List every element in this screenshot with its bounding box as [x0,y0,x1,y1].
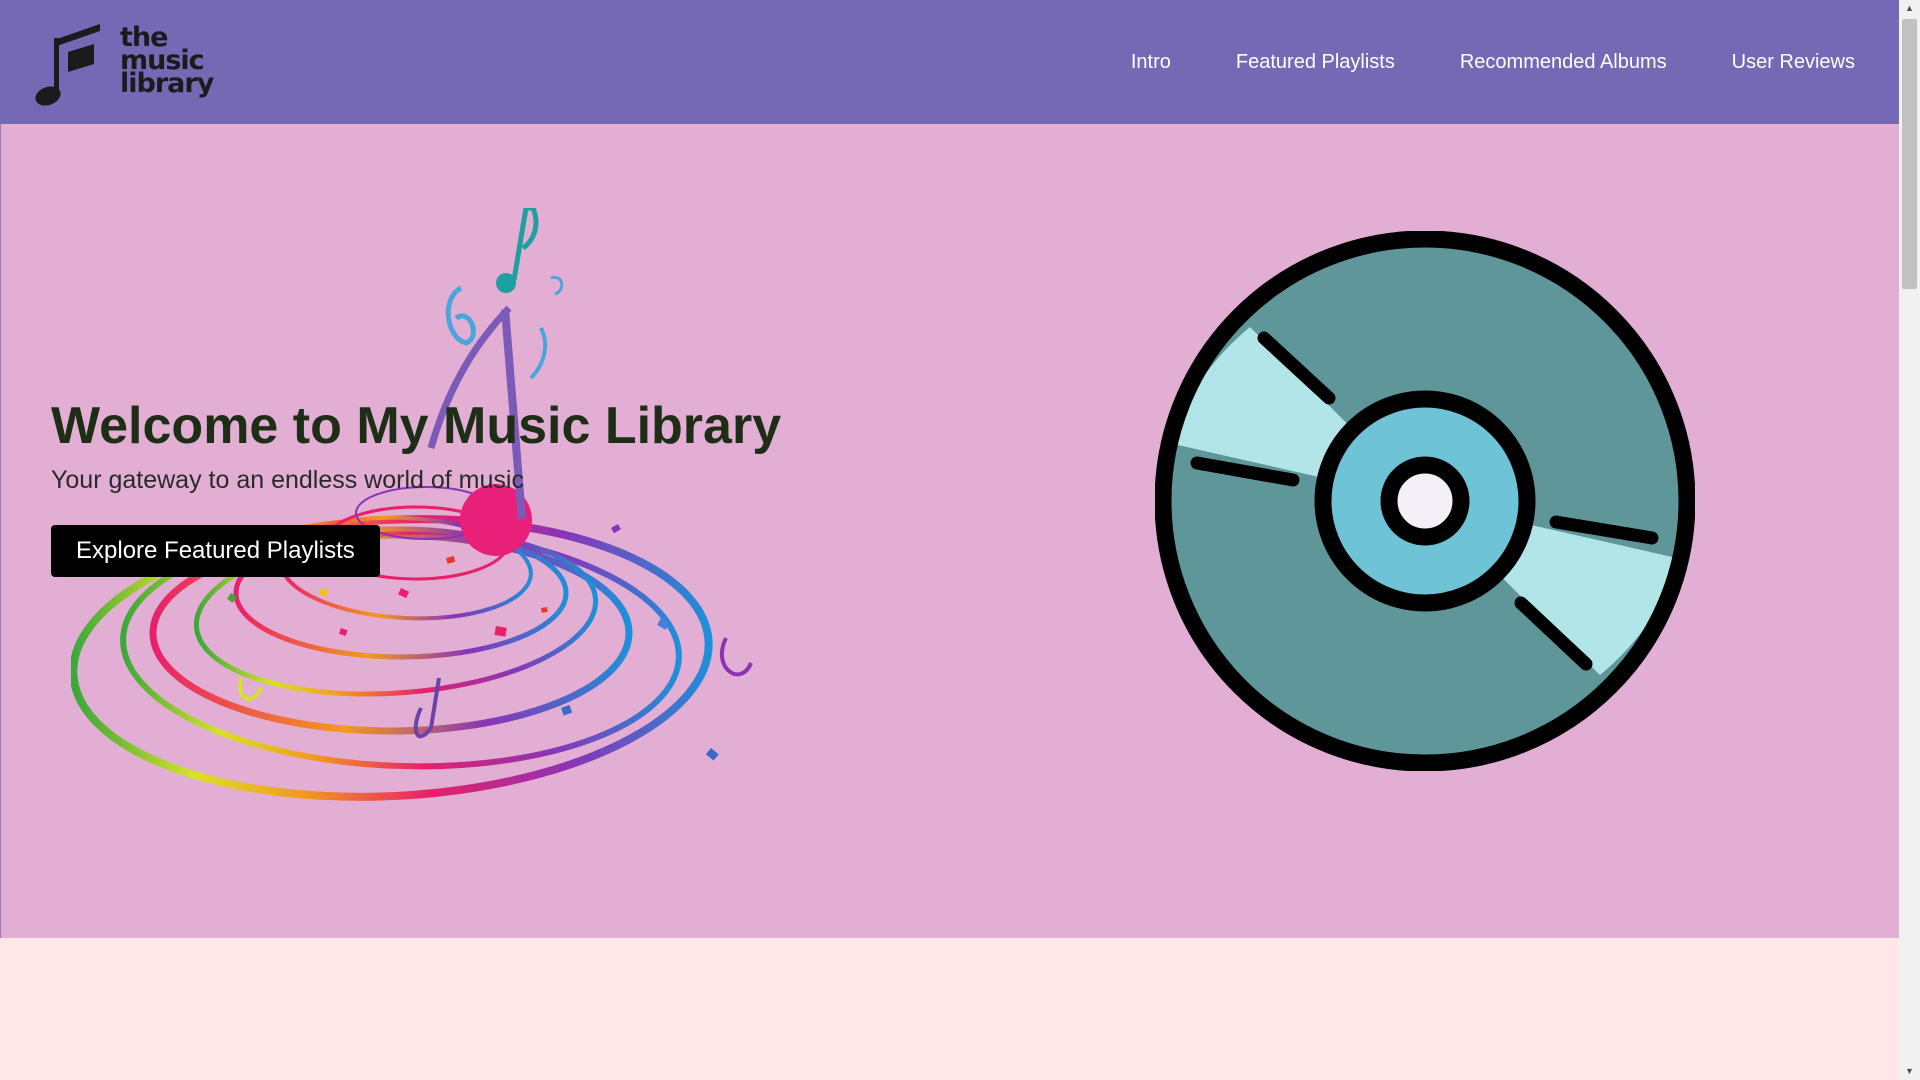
scrollbar-thumb[interactable] [1902,19,1917,289]
scroll-up-arrow-icon[interactable]: ▲ [1899,0,1920,17]
cd-disc-icon [1155,231,1695,771]
nav-link-intro[interactable]: Intro [1131,51,1171,74]
page: the music library Intro Featured Playlis… [0,0,1900,1080]
nav-link-user-reviews[interactable]: User Reviews [1732,51,1855,74]
nav-link-recommended-albums[interactable]: Recommended Albums [1460,51,1667,74]
hero-section: Welcome to My Music Library Your gateway… [0,124,1900,938]
hero-subtitle: Your gateway to an endless world of musi… [51,466,524,494]
main-nav: Intro Featured Playlists Recommended Alb… [1066,0,1855,124]
hero-title: Welcome to My Music Library [51,397,782,455]
site-logo[interactable]: the music library [34,22,234,110]
logo-line-library: library [120,68,214,99]
navbar: the music library Intro Featured Playlis… [0,0,1899,124]
vertical-scrollbar[interactable]: ▲ ▼ [1899,0,1920,1080]
nav-link-featured-playlists[interactable]: Featured Playlists [1236,51,1395,74]
logo-wordmark: the music library [120,24,214,99]
explore-featured-playlists-button[interactable]: Explore Featured Playlists [51,525,380,577]
music-note-icon [35,24,100,106]
hero-text: Welcome to My Music Library Your gateway… [51,396,781,495]
scroll-down-arrow-icon[interactable]: ▼ [1899,1063,1920,1080]
